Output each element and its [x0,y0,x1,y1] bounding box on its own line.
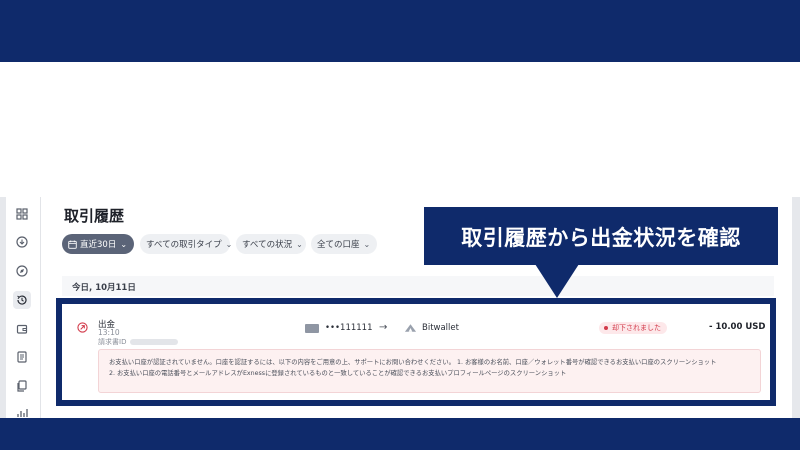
destination-name: Bitwallet [422,323,459,333]
status-label: 却下されました [612,324,661,332]
status-dot-icon [604,326,608,330]
screenshot-right-edge [792,197,800,418]
message-line: お支払い口座が認証されていません。口座を認証するには、以下の内容をご用意の上、サ… [109,359,717,366]
bitwallet-icon [404,324,417,332]
page-title: 取引履歴 [64,207,125,225]
chevron-down-icon: ⌄ [363,239,371,249]
filter-status-chip[interactable]: すべての状況 ⌄ [236,234,306,254]
date-group-label: 今日, 10月11日 [72,283,136,293]
filter-status-label: すべての状況 [242,240,293,250]
filter-type-chip[interactable]: すべての取引タイプ ⌄ [140,234,233,254]
transaction-time: 13:10 [98,328,120,337]
withdrawal-icon [77,322,88,333]
calendar-icon [68,239,77,249]
filter-account-label: 全ての口座 [317,240,360,250]
arrow-right-icon: → [379,322,388,333]
request-id-redacted [130,339,178,345]
filter-account-chip[interactable]: 全ての口座 ⌄ [311,234,377,254]
filter-period-chip[interactable]: 直近30日 ⌄ [62,234,134,254]
document-icon[interactable] [13,348,31,366]
compass-icon[interactable] [13,262,31,280]
filter-period-label: 直近30日 [80,240,117,250]
chevron-down-icon: ⌄ [296,239,303,249]
top-banner [0,0,800,62]
download-icon[interactable] [13,233,31,251]
sidebar [6,197,41,418]
date-group-header [62,276,774,296]
account-card-icon [305,324,319,333]
rejection-message: お支払い口座が認証されていません。口座を認証するには、以下の内容をご用意の上、サ… [98,349,761,393]
bottom-banner [0,418,800,450]
status-badge: 却下されました [599,322,667,334]
transaction-amount: - 10.00 USD [709,322,766,332]
callout-tail [535,264,579,298]
callout-text: 取引履歴から出金状況を確認 [461,226,741,250]
chevron-down-icon: ⌄ [225,239,233,249]
chevron-down-icon: ⌄ [120,239,128,249]
history-icon[interactable] [13,291,31,309]
request-id-label: 請求書ID [98,338,127,346]
message-line: 2. お支払い口座の電話番号とメールアドレスがExnessに登録されているものと… [109,370,567,377]
wallet-icon[interactable] [13,320,31,338]
copy-icon[interactable] [13,377,31,395]
account-number: •••111111 [325,323,373,333]
dashboard-icon[interactable] [13,205,31,223]
filter-type-label: すべての取引タイプ [146,240,222,250]
